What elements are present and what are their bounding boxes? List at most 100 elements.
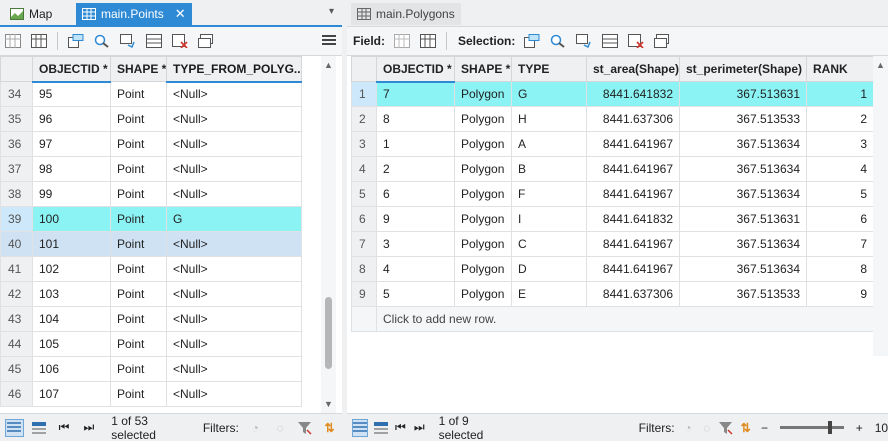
cell-oid[interactable]: 7 (376, 81, 455, 107)
cell-shape[interactable]: Point (110, 181, 167, 207)
table-row[interactable]: 41 102 Point <Null> (0, 256, 302, 282)
cell-type[interactable]: <Null> (166, 331, 302, 357)
cell-perim[interactable]: 367.513631 (679, 206, 807, 232)
table-row[interactable]: 42 103 Point <Null> (0, 281, 302, 307)
cell-shape[interactable]: Polygon (454, 106, 512, 132)
select-by-attributes-icon[interactable] (522, 32, 542, 50)
cell-type[interactable]: G (511, 81, 587, 107)
cell-shape[interactable]: Polygon (454, 256, 512, 282)
row-number[interactable]: 34 (0, 81, 33, 107)
table-row[interactable]: 9 5 Polygon E 8441.637306 367.513533 9 (351, 281, 874, 307)
column-header-objectid[interactable]: OBJECTID * (376, 56, 455, 83)
cell-shape[interactable]: Point (110, 356, 167, 382)
add-row-prompt[interactable]: Click to add new row. (376, 306, 874, 332)
cell-shape[interactable]: Point (110, 206, 167, 232)
column-header-st-perimeter[interactable]: st_perimeter(Shape) (679, 56, 807, 82)
row-number[interactable]: 36 (0, 131, 33, 157)
cell-shape[interactable]: Polygon (454, 131, 512, 157)
table-row[interactable]: 5 6 Polygon F 8441.641967 367.513634 5 (351, 181, 874, 207)
switch-selection-icon[interactable] (118, 32, 138, 50)
cell-rank[interactable]: 9 (806, 281, 874, 307)
cell-type[interactable]: <Null> (166, 281, 302, 307)
cell-type[interactable]: <Null> (166, 381, 302, 407)
show-all-records-icon[interactable] (352, 418, 368, 437)
cell-shape[interactable]: Point (110, 156, 167, 182)
cell-oid[interactable]: 101 (32, 231, 111, 257)
cell-rank[interactable]: 5 (806, 181, 874, 207)
cell-area[interactable]: 8441.637306 (586, 281, 680, 307)
row-number[interactable]: 39 (0, 206, 33, 232)
cell-perim[interactable]: 367.513533 (679, 281, 807, 307)
filter-icon[interactable] (295, 419, 314, 437)
time-filter-icon[interactable]: ◔ (682, 419, 695, 437)
cell-area[interactable]: 8441.641967 (586, 131, 680, 157)
row-number[interactable]: 5 (351, 181, 377, 207)
next-record-icon[interactable]: ⏭ (79, 419, 98, 437)
cell-oid[interactable]: 9 (376, 206, 455, 232)
cell-oid[interactable]: 106 (32, 356, 111, 382)
polygons-vertical-scrollbar[interactable]: ▲ (873, 56, 888, 356)
sort-icon[interactable]: ⇅ (739, 419, 752, 437)
table-menu-icon[interactable] (322, 33, 336, 47)
cell-perim[interactable]: 367.513631 (679, 81, 807, 107)
table-row[interactable]: 46 107 Point <Null> (0, 381, 302, 407)
cell-oid[interactable]: 95 (32, 81, 111, 107)
cell-type[interactable]: E (511, 281, 587, 307)
row-number[interactable]: 37 (0, 156, 33, 182)
row-number[interactable]: 7 (351, 231, 377, 257)
row-number[interactable]: 1 (351, 81, 377, 107)
cell-perim[interactable]: 367.513634 (679, 231, 807, 257)
row-number[interactable]: 40 (0, 231, 33, 257)
row-number[interactable]: 42 (0, 281, 33, 307)
close-icon[interactable]: ✕ (175, 6, 186, 22)
cell-shape[interactable]: Polygon (454, 156, 512, 182)
cell-area[interactable]: 8441.641832 (586, 206, 680, 232)
range-filter-icon[interactable]: ◌ (271, 419, 290, 437)
clear-selection-icon[interactable] (170, 32, 190, 50)
table-row[interactable]: 7 3 Polygon C 8441.641967 367.513634 7 (351, 231, 874, 257)
cell-type[interactable]: F (511, 181, 587, 207)
cell-type[interactable]: <Null> (166, 156, 302, 182)
scroll-thumb[interactable] (325, 297, 332, 369)
row-number[interactable]: 35 (0, 106, 33, 132)
zoom-out-button[interactable]: − (758, 419, 771, 437)
table-row[interactable]: 35 96 Point <Null> (0, 106, 302, 132)
clear-selection-icon[interactable] (626, 32, 646, 50)
table-row[interactable]: 45 106 Point <Null> (0, 356, 302, 382)
table-row[interactable]: 2 8 Polygon H 8441.637306 367.513533 2 (351, 106, 874, 132)
row-number[interactable]: 38 (0, 181, 33, 207)
range-filter-icon[interactable]: ◌ (700, 419, 713, 437)
cell-type[interactable]: C (511, 231, 587, 257)
cell-type[interactable]: <Null> (166, 256, 302, 282)
cell-area[interactable]: 8441.641967 (586, 231, 680, 257)
next-record-icon[interactable]: ⏭ (413, 419, 426, 437)
cell-oid[interactable]: 107 (32, 381, 111, 407)
cell-rank[interactable]: 3 (806, 131, 874, 157)
row-number[interactable]: 46 (0, 381, 33, 407)
cell-shape[interactable]: Point (110, 381, 167, 407)
column-header-type[interactable]: TYPE (511, 56, 587, 82)
cell-perim[interactable]: 367.513634 (679, 156, 807, 182)
scroll-up-icon[interactable]: ▲ (876, 60, 885, 70)
table-row[interactable]: 44 105 Point <Null> (0, 331, 302, 357)
cell-oid[interactable]: 6 (376, 181, 455, 207)
field-view-icon[interactable] (392, 32, 412, 50)
cell-area[interactable]: 8441.641967 (586, 181, 680, 207)
row-number[interactable]: 3 (351, 131, 377, 157)
table-row[interactable]: 6 9 Polygon I 8441.641832 367.513631 6 (351, 206, 874, 232)
add-field-icon[interactable] (418, 32, 438, 50)
row-number[interactable]: 44 (0, 331, 33, 357)
cell-type[interactable]: <Null> (166, 131, 302, 157)
row-number[interactable]: 4 (351, 156, 377, 182)
cell-oid[interactable]: 99 (32, 181, 111, 207)
delete-selection-icon[interactable] (196, 32, 216, 50)
table-row[interactable]: 1 7 Polygon G 8441.641832 367.513631 1 (351, 81, 874, 107)
table-row[interactable]: 37 98 Point <Null> (0, 156, 302, 182)
show-selected-records-icon[interactable] (374, 419, 388, 437)
zoom-to-selection-icon[interactable] (92, 32, 112, 50)
cell-rank[interactable]: 6 (806, 206, 874, 232)
field-view-icon[interactable] (3, 32, 23, 50)
table-row[interactable]: 36 97 Point <Null> (0, 131, 302, 157)
cell-rank[interactable]: 1 (806, 81, 874, 107)
row-number[interactable]: 43 (0, 306, 33, 332)
